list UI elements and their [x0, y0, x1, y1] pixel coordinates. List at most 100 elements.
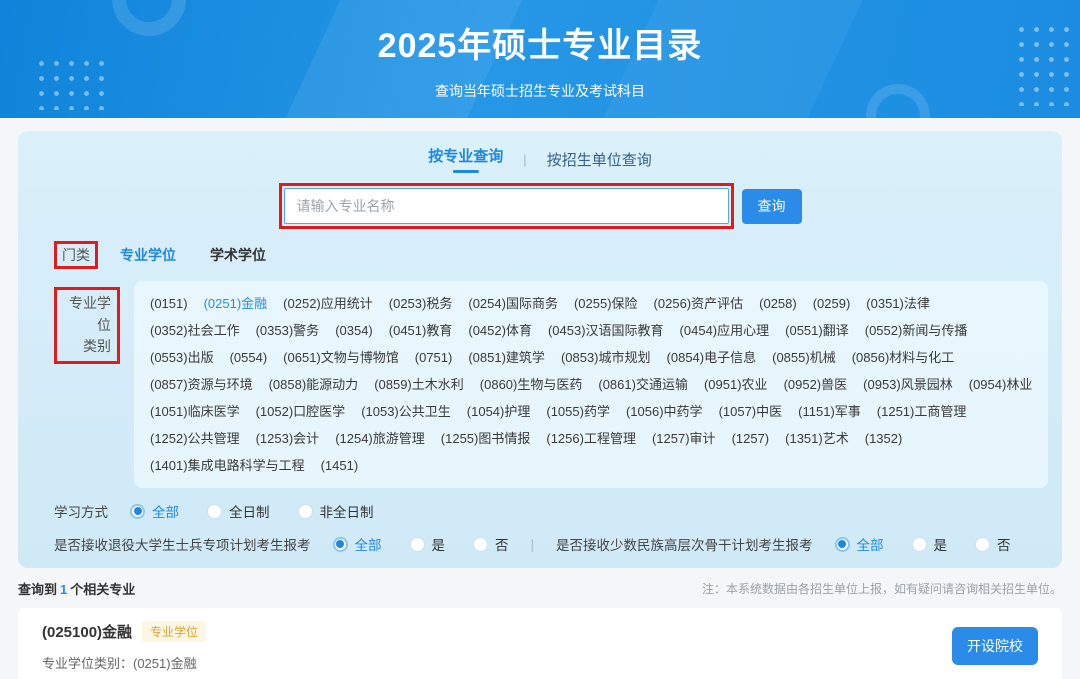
open-institutions-button[interactable]: 开设院校 — [952, 627, 1038, 665]
category-code-option[interactable]: (1055)药学 — [546, 398, 610, 425]
category-code-option[interactable]: (0353)警务 — [256, 317, 320, 344]
category-code-option[interactable]: (0253)税务 — [389, 290, 453, 317]
category-code-option[interactable]: (0953)风景园林 — [863, 371, 953, 398]
category-code-option[interactable]: (0954)林业 — [969, 371, 1033, 398]
category-code-option[interactable]: (1401)集成电路科学与工程 — [150, 452, 305, 479]
category-codes: (0151) (0251)金融 (0252)应用统计 (0253)税务 (0254)国际… — [134, 281, 1048, 488]
category-code-option[interactable]: (1253)会计 — [256, 425, 320, 452]
category-code-option[interactable]: (0651)文物与博物馆 — [283, 344, 399, 371]
category-code-option[interactable]: (0859)土木水利 — [374, 371, 464, 398]
category-code-option[interactable]: (0251)金融 — [204, 290, 268, 317]
radio-icon — [473, 537, 488, 552]
veteran-plan-label: 是否接收退役大学生士兵专项计划考生报考 — [54, 534, 311, 554]
radio-option[interactable]: 否 — [975, 534, 1011, 554]
category-code-option[interactable]: (0255)保险 — [574, 290, 638, 317]
radio-icon — [298, 504, 313, 519]
category-code-option[interactable]: (1352) — [865, 425, 903, 452]
category-code-option[interactable]: (0856)材料与化工 — [852, 344, 955, 371]
category-code-option[interactable]: (0851)建筑学 — [468, 344, 545, 371]
category-code-option[interactable]: (0553)出版 — [150, 344, 214, 371]
category-code-option[interactable]: (1053)公共卫生 — [361, 398, 451, 425]
radio-icon — [410, 537, 425, 552]
radio-option[interactable]: 是 — [410, 534, 446, 554]
category-code-option[interactable]: (1256)工程管理 — [546, 425, 636, 452]
category-code-option[interactable]: (1257) — [732, 425, 770, 452]
category-code-option[interactable]: (0751) — [415, 344, 453, 371]
minority-plan-options: 全部 是 否 — [835, 534, 1011, 554]
category-code-option[interactable]: (0252)应用统计 — [283, 290, 373, 317]
radio-option-label: 是 — [432, 534, 446, 554]
category-code-option[interactable]: (1051)临床医学 — [150, 398, 240, 425]
radio-option[interactable]: 全日制 — [207, 501, 270, 521]
category-type-label-line1: 专业学位 — [63, 293, 111, 336]
category-code-option[interactable]: (1056)中药学 — [626, 398, 703, 425]
category-code-option[interactable]: (1057)中医 — [719, 398, 783, 425]
code-row: (0151) (0251)金融 (0252)应用统计 (0253)税务 (0254)国际… — [150, 290, 1032, 317]
category-code-option[interactable]: (1351)艺术 — [785, 425, 849, 452]
radio-option-label: 非全日制 — [320, 501, 374, 521]
tab-by-institution[interactable]: 按招生单位查询 — [547, 149, 652, 170]
category-code-option[interactable]: (1052)口腔医学 — [256, 398, 346, 425]
category-code-option[interactable]: (1251)工商管理 — [877, 398, 967, 425]
category-code-option[interactable]: (0861)交通运输 — [598, 371, 688, 398]
code-row: (0857)资源与环境 (0858)能源动力 (0859)土木水利 (0860)生物与… — [150, 371, 1032, 398]
category-code-option[interactable]: (0855)机械 — [772, 344, 836, 371]
radio-icon — [912, 537, 927, 552]
category-code-option[interactable]: (0452)体育 — [468, 317, 532, 344]
category-code-option[interactable]: (0258) — [759, 290, 797, 317]
category-code-option[interactable]: (1151)军事 — [798, 398, 861, 425]
category-code-option[interactable]: (0453)汉语国际教育 — [548, 317, 664, 344]
category-code-option[interactable]: (0551)翻译 — [785, 317, 849, 344]
radio-option[interactable]: 全部 — [835, 534, 884, 554]
category-code-option[interactable]: (1451) — [321, 452, 359, 479]
degree-type-tabs: 专业学位 学术学位 — [120, 245, 266, 265]
results-bar: 查询到1个相关专业 注：本系统数据由各招生单位上报，如有疑问请咨询相关招生单位。 — [18, 579, 1062, 598]
category-code-option[interactable]: (0256)资产评估 — [654, 290, 744, 317]
radio-option[interactable]: 全部 — [130, 501, 179, 521]
degree-type-badge: 专业学位 — [142, 621, 206, 642]
category-code-option[interactable]: (0151) — [150, 290, 188, 317]
category-code-option[interactable]: (1255)图书情报 — [441, 425, 531, 452]
major-name-input[interactable] — [284, 188, 729, 224]
category-code-option[interactable]: (0451)教育 — [389, 317, 453, 344]
category-code-option[interactable]: (0858)能源动力 — [269, 371, 359, 398]
category-code-option[interactable]: (1054)护理 — [467, 398, 531, 425]
category-code-option[interactable]: (0351)法律 — [866, 290, 930, 317]
category-code-option[interactable]: (0352)社会工作 — [150, 317, 240, 344]
tab-professional-degree[interactable]: 专业学位 — [120, 245, 176, 265]
search-row: 查询 — [38, 183, 1042, 229]
radio-option[interactable]: 是 — [912, 534, 948, 554]
annotation-box-category-type-label: 专业学位 类别 — [54, 287, 120, 364]
category-code-option[interactable]: (0854)电子信息 — [667, 344, 757, 371]
search-button[interactable]: 查询 — [742, 189, 802, 224]
results-count-number: 1 — [60, 582, 67, 597]
category-code-option[interactable]: (0354) — [335, 317, 373, 344]
special-plan-row: 是否接收退役大学生士兵专项计划考生报考 全部是否 | 是否接收少数民族高层次骨干… — [54, 534, 1042, 554]
category-code-option[interactable]: (0454)应用心理 — [680, 317, 770, 344]
category-code-option[interactable]: (0259) — [813, 290, 851, 317]
radio-icon — [207, 504, 222, 519]
results-note: 注：本系统数据由各招生单位上报，如有疑问请咨询相关招生单位。 — [702, 580, 1062, 597]
radio-icon — [835, 537, 850, 552]
radio-option[interactable]: 否 — [473, 534, 509, 554]
category-code-option[interactable]: (0857)资源与环境 — [150, 371, 253, 398]
radio-icon — [975, 537, 990, 552]
category-code-option[interactable]: (0254)国际商务 — [468, 290, 558, 317]
result-card-detail: 专业学位类别：(0251)金融 — [42, 653, 206, 672]
category-code-option[interactable]: (0952)兽医 — [784, 371, 848, 398]
category-code-option[interactable]: (1254)旅游管理 — [335, 425, 425, 452]
radio-option[interactable]: 全部 — [333, 534, 382, 554]
category-code-option[interactable]: (0951)农业 — [704, 371, 768, 398]
category-code-option[interactable]: (0860)生物与医药 — [480, 371, 583, 398]
result-card-title-row: (025100)金融 专业学位 — [42, 621, 206, 642]
category-code-option[interactable]: (1252)公共管理 — [150, 425, 240, 452]
category-code-option[interactable]: (1257)审计 — [652, 425, 716, 452]
tab-academic-degree[interactable]: 学术学位 — [210, 245, 266, 265]
tab-by-major[interactable]: 按专业查询 — [428, 145, 503, 173]
category-code-option[interactable]: (0853)城市规划 — [561, 344, 651, 371]
minority-plan-label: 是否接收少数民族高层次骨干计划考生报考 — [556, 534, 813, 554]
radio-option[interactable]: 非全日制 — [298, 501, 374, 521]
category-codes-row: 专业学位 类别 (0151) (0251)金融 (0252)应用统计 (0253)税务… — [38, 281, 1042, 488]
category-code-option[interactable]: (0552)新闻与传播 — [865, 317, 968, 344]
category-code-option[interactable]: (0554) — [230, 344, 268, 371]
